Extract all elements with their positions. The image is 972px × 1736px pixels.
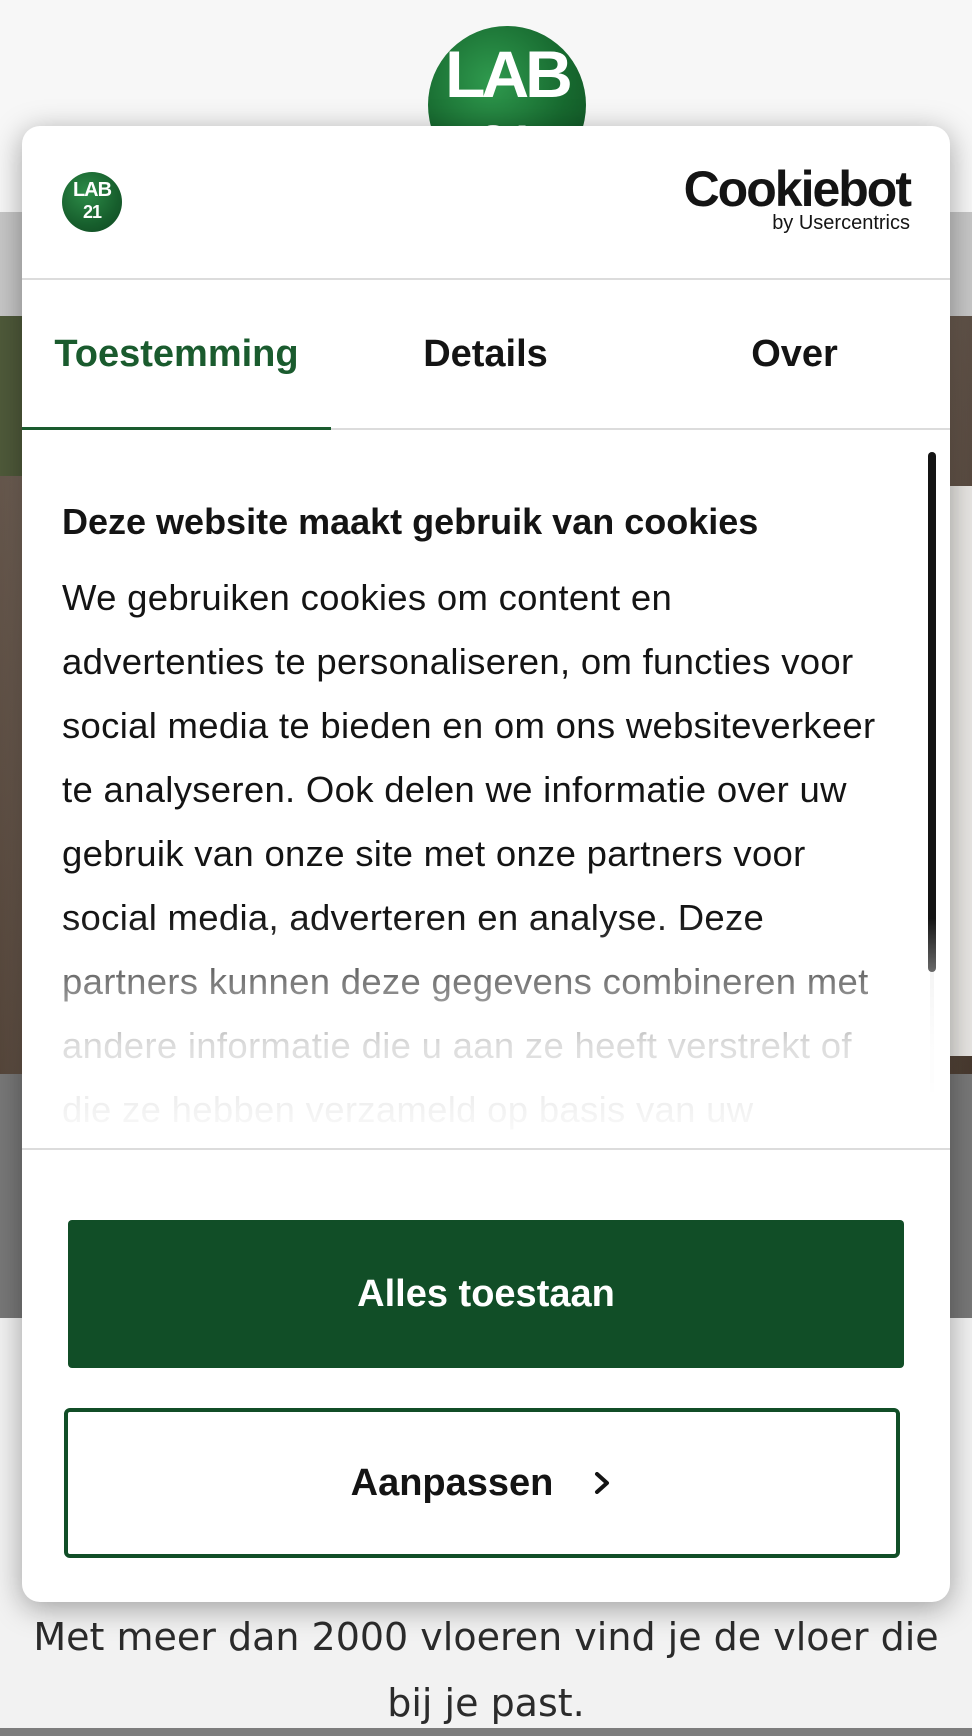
lab21-logo-number: 21 [82, 202, 102, 222]
consent-title: Deze website maakt gebruik van cookies [62, 501, 759, 542]
cookie-consent-dialog: LAB 21 Cookiebot by Usercentrics Toestem… [22, 126, 950, 1602]
dialog-footer: Alles toestaan Aanpassen [22, 1148, 950, 1602]
page-tagline: Met meer dan 2000 vloeren vind je de vlo… [33, 1615, 939, 1725]
tab-details[interactable]: Details [331, 280, 640, 428]
tab-over[interactable]: Over [640, 280, 949, 428]
dialog-tabs: Toestemming Details Over [22, 280, 950, 430]
lab21-logo: LAB 21 [62, 172, 122, 232]
cookiebot-name: Cookiebot [683, 161, 912, 217]
customize-button[interactable]: Aanpassen [64, 1408, 900, 1558]
plant-decoration [0, 316, 24, 476]
allow-all-button[interactable]: Alles toestaan [68, 1220, 904, 1368]
customize-button-label: Aanpassen [350, 1461, 554, 1504]
counter-decoration [950, 486, 972, 1056]
content-fade-overlay [22, 918, 950, 1148]
tab-toestemming[interactable]: Toestemming [22, 280, 331, 430]
consent-content[interactable]: Deze website maakt gebruik van cookies W… [22, 430, 950, 1148]
chevron-right-icon [595, 1472, 610, 1494]
cookiebot-logo[interactable]: Cookiebot by Usercentrics [650, 161, 912, 242]
site-logo-text: LAB [445, 37, 573, 111]
scrollbar-thumb[interactable] [928, 452, 936, 972]
dialog-header: LAB 21 Cookiebot by Usercentrics [22, 126, 950, 280]
lab21-logo-text: LAB [72, 179, 112, 201]
